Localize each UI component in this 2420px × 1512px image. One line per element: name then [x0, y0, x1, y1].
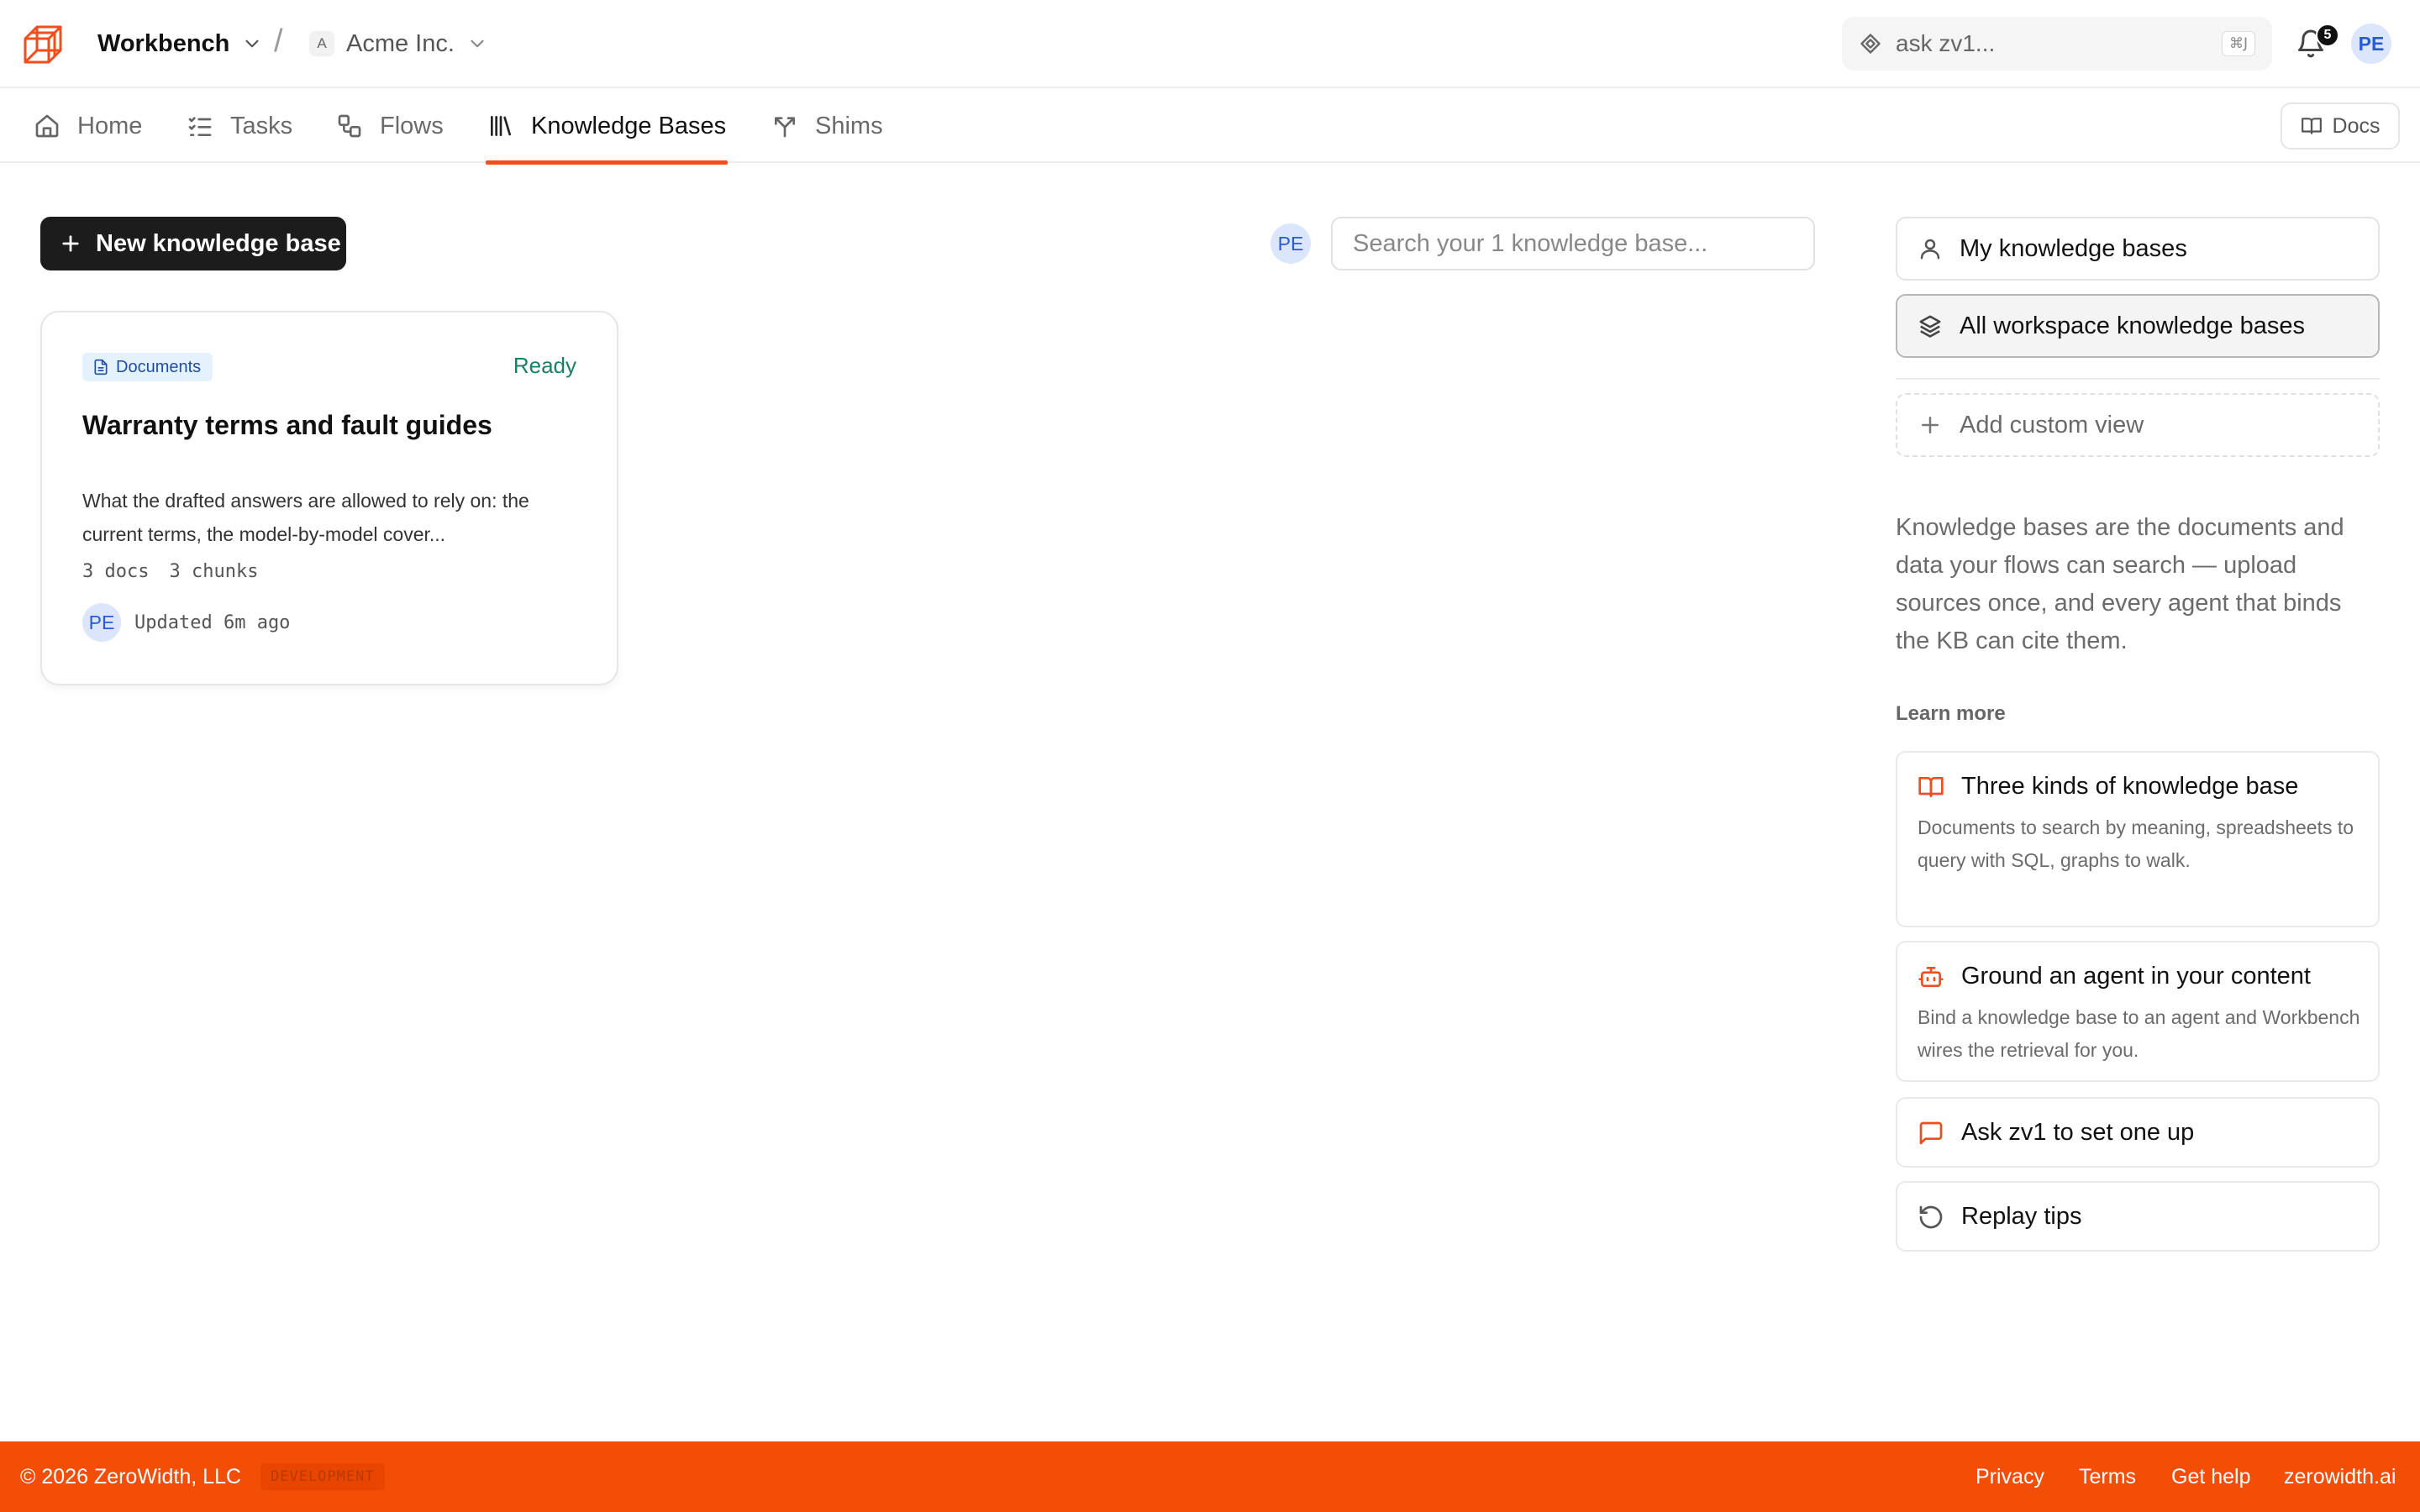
- tab-label: Home: [77, 112, 143, 139]
- org-switcher[interactable]: A Acme Inc.: [309, 25, 488, 62]
- tab-shims[interactable]: Shims: [771, 89, 883, 163]
- learn-card-title: Replay tips: [1961, 1203, 2082, 1230]
- replay-icon: [1918, 1204, 1944, 1231]
- add-custom-view-button[interactable]: Add custom view: [1896, 393, 2380, 457]
- ask-zv1-setup-button[interactable]: Ask zv1 to set one up: [1896, 1097, 2380, 1168]
- tab-tasks[interactable]: Tasks: [187, 89, 292, 163]
- view-label: My knowledge bases: [1960, 234, 2187, 262]
- book-icon: [2301, 115, 2323, 137]
- view-label: All workspace knowledge bases: [1960, 312, 2306, 339]
- kb-stats: 3 docs 3 chunks: [82, 561, 258, 582]
- top-bar: Workbench / A Acme Inc. ask zv1... ⌘J 5 …: [0, 0, 2420, 88]
- kb-owner: PE Updated 6m ago: [82, 603, 290, 642]
- learn-card-header: Ask zv1 to set one up: [1918, 1119, 2194, 1147]
- learn-card-header: Ground an agent in your content: [1918, 963, 2311, 990]
- new-knowledge-base-button[interactable]: New knowledge base: [40, 217, 346, 270]
- bot-icon: [1918, 963, 1944, 990]
- plus-icon: [1918, 412, 1943, 438]
- learn-card-title: Three kinds of knowledge base: [1961, 773, 2299, 800]
- kb-doc-count: 3 docs: [82, 561, 150, 582]
- footer-link-get-help[interactable]: Get help: [2171, 1465, 2251, 1489]
- library-icon: [487, 113, 514, 139]
- footer-link-privacy[interactable]: Privacy: [1975, 1465, 2044, 1489]
- avatar: PE: [82, 603, 121, 642]
- document-icon: [92, 359, 109, 375]
- kb-description: What the drafted answers are allowed to …: [82, 490, 529, 545]
- add-custom-view-label: Add custom view: [1960, 411, 2144, 438]
- book-open-icon: [1918, 774, 1944, 801]
- ask-placeholder: ask zv1...: [1896, 30, 1996, 56]
- learn-card-header: Replay tips: [1918, 1203, 2081, 1231]
- learn-more-heading: Learn more: [1896, 702, 2006, 725]
- new-knowledge-base-label: New knowledge base: [96, 229, 341, 257]
- tab-label: Tasks: [230, 112, 293, 139]
- tab-label: Flows: [380, 112, 444, 139]
- kb-updated: Updated 6m ago: [134, 612, 291, 633]
- view-my-knowledge-bases[interactable]: My knowledge bases: [1896, 217, 2380, 281]
- copyright: © 2026 ZeroWidth, LLC: [20, 1464, 241, 1488]
- tab-flows[interactable]: Flows: [336, 89, 444, 163]
- notifications-button[interactable]: 5: [2292, 24, 2339, 62]
- flows-icon: [336, 113, 363, 139]
- layers-icon: [1918, 313, 1943, 339]
- footer-link-website[interactable]: zerowidth.ai: [2284, 1465, 2396, 1489]
- docs-label: Docs: [2332, 113, 2381, 138]
- org-initial-badge: A: [309, 31, 334, 56]
- breadcrumb-separator: /: [274, 24, 283, 59]
- org-name: Acme Inc.: [346, 29, 455, 57]
- keyboard-shortcut: ⌘J: [2221, 31, 2255, 56]
- status-badge: Ready: [513, 353, 576, 378]
- tab-label: Shims: [815, 112, 883, 139]
- workspace-switcher[interactable]: Workbench: [97, 25, 263, 62]
- notification-count-badge: 5: [2316, 24, 2339, 47]
- tab-label: Knowledge Bases: [531, 112, 727, 139]
- tasks-icon: [187, 113, 213, 139]
- logo-icon[interactable]: [20, 22, 66, 67]
- environment-badge: DEVELOPMENT: [260, 1463, 385, 1490]
- tab-knowledge-bases[interactable]: Knowledge Bases: [485, 89, 729, 165]
- learn-card-ground-agent[interactable]: Ground an agent in your content Bind a k…: [1896, 941, 2380, 1082]
- plus-icon: [59, 232, 82, 255]
- user-avatar[interactable]: PE: [2351, 24, 2391, 64]
- knowledge-base-search-input[interactable]: [1331, 217, 1815, 270]
- chevron-down-icon: [241, 33, 263, 55]
- user-icon: [1918, 236, 1943, 261]
- kb-type-badge: Documents: [82, 353, 213, 381]
- owner-filter-avatar[interactable]: PE: [1270, 223, 1311, 264]
- view-all-workspace-knowledge-bases[interactable]: All workspace knowledge bases: [1896, 294, 2380, 358]
- knowledge-base-card[interactable]: Documents Ready Warranty terms and fault…: [40, 311, 618, 685]
- workspace-name: Workbench: [97, 29, 230, 57]
- learn-card-header: Three kinds of knowledge base: [1918, 773, 2298, 801]
- learn-card-three-kinds[interactable]: Three kinds of knowledge base Documents …: [1896, 751, 2380, 927]
- kb-title: Warranty terms and fault guides: [82, 410, 492, 440]
- ask-zv1-input[interactable]: ask zv1... ⌘J: [1842, 17, 2272, 71]
- kb-type-label: Documents: [116, 357, 202, 376]
- chevron-down-icon: [466, 33, 488, 55]
- learn-card-description: Documents to search by meaning, spreadsh…: [1918, 816, 2354, 871]
- replay-tips-button[interactable]: Replay tips: [1896, 1181, 2380, 1252]
- fork-icon: [771, 113, 798, 139]
- learn-card-title: Ground an agent in your content: [1961, 963, 2311, 990]
- home-icon: [34, 113, 60, 139]
- learn-card-description: Bind a knowledge base to an agent and Wo…: [1918, 1006, 2360, 1061]
- tab-home[interactable]: Home: [34, 89, 142, 163]
- message-icon: [1918, 1120, 1944, 1147]
- footer-link-terms[interactable]: Terms: [2079, 1465, 2136, 1489]
- knowledge-base-info-text: Knowledge bases are the documents and da…: [1896, 514, 2344, 654]
- learn-card-title: Ask zv1 to set one up: [1961, 1119, 2195, 1146]
- kb-chunk-count: 3 chunks: [169, 561, 259, 582]
- sparkle-diamond-icon: [1859, 32, 1882, 55]
- divider: [1896, 378, 2380, 380]
- docs-button[interactable]: Docs: [2281, 102, 2400, 150]
- main-nav: Home Tasks Flows Knowledge Bases Shims D…: [0, 89, 2420, 165]
- footer: © 2026 ZeroWidth, LLC DEVELOPMENT Privac…: [0, 1441, 2420, 1512]
